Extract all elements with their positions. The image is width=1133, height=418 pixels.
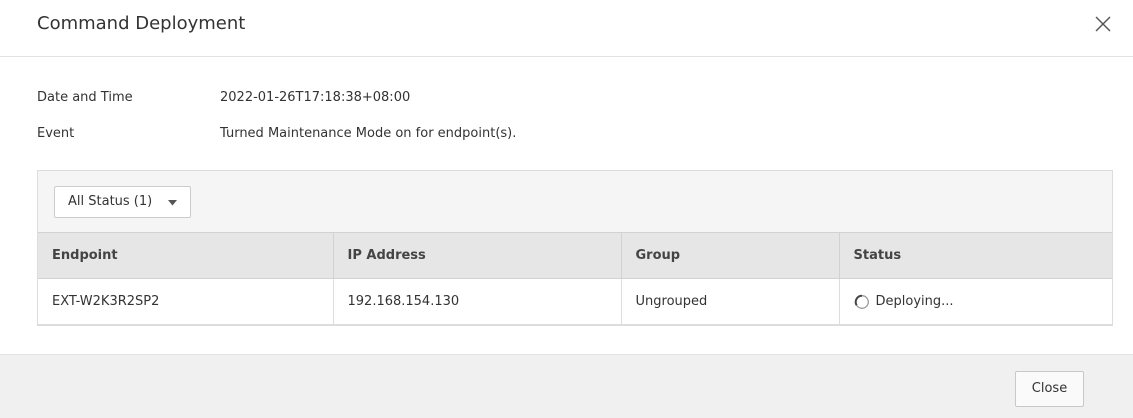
close-x-icon[interactable]	[1092, 13, 1114, 35]
column-header-status[interactable]: Status	[839, 232, 1112, 279]
table-row: EXT-W2K3R2SP2 192.168.154.130 Ungrouped	[38, 278, 1112, 325]
group-cell: Ungrouped	[621, 278, 840, 325]
event-label: Event	[37, 126, 75, 141]
command-deployment-dialog: Command Deployment Date and Time 2022-01…	[0, 0, 1133, 418]
status-filter-label: All Status (1)	[68, 194, 153, 209]
dialog-title: Command Deployment	[37, 13, 246, 34]
dialog-footer: Close	[0, 354, 1133, 418]
column-header-endpoint[interactable]: Endpoint	[38, 232, 334, 279]
column-header-ip-address[interactable]: IP Address	[333, 232, 622, 279]
status-text: Deploying...	[875, 294, 954, 309]
date-time-label: Date and Time	[37, 90, 133, 105]
table-header-row: Endpoint IP Address Group Status	[38, 232, 1112, 279]
endpoint-table: Endpoint IP Address Group Status EXT-W2K…	[38, 232, 1112, 325]
caret-down-icon	[168, 200, 177, 206]
status-cell: Deploying...	[839, 278, 1112, 325]
close-button[interactable]: Close	[1015, 371, 1084, 407]
ip-address-cell: 192.168.154.130	[333, 278, 622, 325]
endpoint-cell: EXT-W2K3R2SP2	[38, 278, 334, 325]
loading-spinner-icon	[854, 294, 870, 310]
dialog-header: Command Deployment	[0, 0, 1133, 57]
status-filter-dropdown[interactable]: All Status (1)	[54, 186, 191, 218]
event-value: Turned Maintenance Mode on for endpoint(…	[220, 126, 517, 141]
column-header-group[interactable]: Group	[621, 232, 840, 279]
table-toolbar: All Status (1)	[38, 171, 1112, 232]
endpoint-table-panel: All Status (1) Endpoint IP Address Group…	[37, 170, 1113, 326]
date-time-value: 2022-01-26T17:18:38+08:00	[220, 90, 411, 105]
